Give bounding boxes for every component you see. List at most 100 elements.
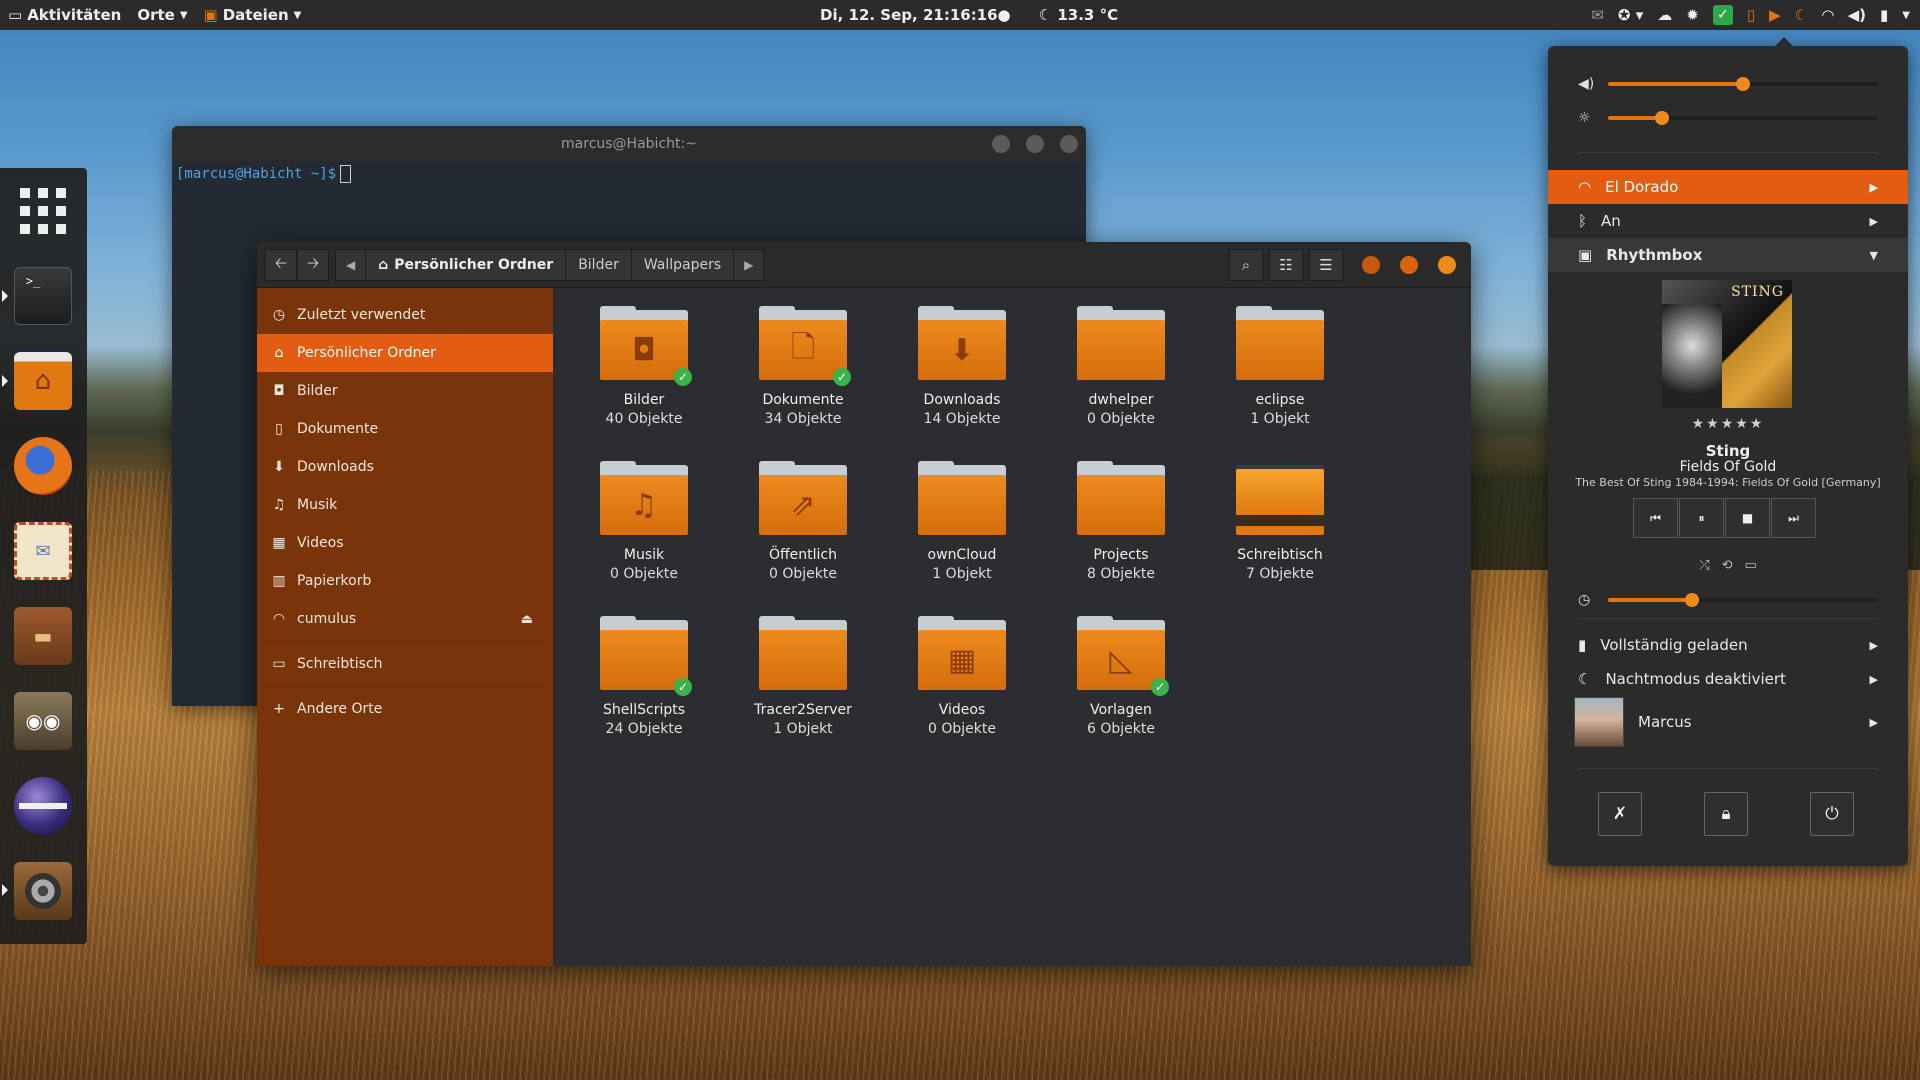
sidebar-item-videos[interactable]: ▦ Videos [257, 524, 553, 562]
app-menu[interactable]: ▣ Dateien ▼ [196, 0, 310, 30]
position-slider-knob[interactable] [1684, 593, 1699, 607]
terminal-cursor [340, 165, 352, 183]
next-button[interactable]: ⏭ [1771, 498, 1816, 538]
activities-icon: ▭ [8, 6, 23, 24]
dock-wallet[interactable]: ▬ [14, 607, 72, 665]
sidebar-item-other-places[interactable]: + Andere Orte [257, 690, 553, 728]
position-slider[interactable] [1608, 593, 1878, 607]
sidebar-item-cumulus[interactable]: ◠ cumulus ⏏ [257, 600, 553, 638]
accessibility-icon[interactable]: ✪ ▾ [1618, 6, 1643, 24]
activities-button[interactable]: ▭ Aktivitäten [0, 0, 129, 30]
folder-downloads[interactable]: ⬇ Downloads 14 Objekte [897, 306, 1027, 427]
volume-icon[interactable]: ◀) [1848, 6, 1866, 24]
media-player-header[interactable]: ▣ Rhythmbox ▼ [1548, 238, 1908, 272]
mail-icon[interactable]: ✉ [1591, 6, 1604, 24]
breadcrumb-home[interactable]: ⌂ Persönlicher Ordner [366, 250, 567, 280]
clipboard-icon[interactable]: ▯ [1747, 6, 1755, 24]
folder-tracer2server[interactable]: Tracer2Server 1 Objekt [738, 616, 868, 737]
dock-files[interactable]: ⌂ [14, 352, 72, 410]
back-button[interactable]: 🡠 [265, 249, 297, 281]
night-icon[interactable]: ☾ [1795, 6, 1808, 24]
folder-projects[interactable]: Projects 8 Objekte [1056, 461, 1186, 582]
bluetooth-menu-item[interactable]: ᛒ An ▶ [1548, 204, 1908, 238]
playlist-icon[interactable]: ▭ [1745, 558, 1757, 573]
forward-button[interactable]: 🡢 [297, 249, 329, 281]
eject-icon[interactable]: ⏏ [521, 612, 533, 627]
folder-oeffentlich[interactable]: ⇗ Öffentlich 0 Objekte [738, 461, 868, 582]
sidebar-item-home[interactable]: ⌂ Persönlicher Ordner [257, 334, 553, 372]
clock-area[interactable]: Di, 12. Sep, 21:16:16● ☾ 13.3 °C [820, 0, 1118, 30]
folder-schreibtisch[interactable]: Schreibtisch 7 Objekte [1215, 465, 1345, 582]
folder-view[interactable]: ◘ ✓ Bilder 40 Objekte 🗋 ✓ Dokumente 34 Obj… [553, 288, 1471, 966]
dock-gimp[interactable]: ◉◉ [14, 692, 72, 750]
minimize-button[interactable] [992, 135, 1010, 153]
folder-bilder[interactable]: ◘ ✓ Bilder 40 Objekte [579, 306, 709, 427]
maximize-button[interactable] [1026, 135, 1044, 153]
play-icon[interactable]: ▶ [1769, 6, 1781, 24]
dock-mail[interactable]: ✉ [14, 522, 72, 580]
stop-button[interactable]: ■ [1725, 498, 1770, 538]
app-grid-button[interactable] [14, 182, 72, 240]
sidebar-item-trash[interactable]: ▥ Papierkorb [257, 562, 553, 600]
volume-slider[interactable] [1608, 77, 1878, 91]
weather-cloud-icon[interactable]: ☁ [1657, 6, 1672, 24]
wifi-icon[interactable]: ◠ [1822, 6, 1834, 24]
dock-firefox[interactable] [14, 437, 72, 495]
close-button[interactable] [1060, 135, 1078, 153]
breadcrumb-bilder[interactable]: Bilder [566, 250, 632, 280]
sidebar-item-documents[interactable]: ▯ Dokumente [257, 410, 553, 448]
wifi-menu-item[interactable]: ◠ El Dorado ▶ [1548, 170, 1908, 204]
lock-button[interactable]: 🔒︎ [1704, 792, 1748, 836]
sidebar-item-recent[interactable]: ◷ Zuletzt verwendet [257, 296, 553, 334]
folder-musik[interactable]: ♫ Musik 0 Objekte [579, 461, 709, 582]
sidebar-item-pictures[interactable]: ◘ Bilder [257, 372, 553, 410]
folder-dokumente[interactable]: 🗋 ✓ Dokumente 34 Objekte [738, 306, 868, 427]
night-mode-menu-item[interactable]: ☾ Nachtmodus deaktiviert ▶ [1548, 662, 1908, 696]
dock-terminal[interactable]: >_ [14, 267, 72, 325]
terminal-titlebar[interactable]: marcus@Habicht:~ [172, 126, 1086, 162]
breadcrumb-left-button[interactable]: ◀ [336, 250, 367, 280]
volume-slider-knob[interactable] [1736, 77, 1750, 91]
file-manager-window[interactable]: 🡠 🡢 ◀ ⌂ Persönlicher Ordner Bilder Wallp… [257, 242, 1471, 966]
breadcrumb-right-button[interactable]: ▶ [734, 250, 763, 280]
previous-button[interactable]: ⏮ [1633, 498, 1678, 538]
chevron-down-icon[interactable]: ▼ [1902, 10, 1910, 21]
folder-icon: ◘ ✓ [600, 306, 692, 386]
rating-stars[interactable]: ★★★★★ [1548, 416, 1908, 432]
sidebar-item-downloads[interactable]: ⬇ Downloads [257, 448, 553, 486]
pause-button[interactable]: ⏸ [1679, 498, 1724, 538]
folder-shellscripts[interactable]: ✓ ShellScripts 24 Objekte [579, 616, 709, 737]
folder-vorlagen[interactable]: ◺ ✓ Vorlagen 6 Objekte [1056, 616, 1186, 737]
dock-eclipse[interactable] [14, 777, 72, 835]
dock-rhythmbox[interactable] [14, 862, 72, 920]
repeat-icon[interactable]: ⟲ [1722, 558, 1733, 573]
sidebar-item-desktop[interactable]: ▭ Schreibtisch [257, 645, 553, 683]
maximize-button[interactable] [1400, 256, 1418, 274]
close-button[interactable] [1438, 256, 1456, 274]
settings-button[interactable]: ✗ [1598, 792, 1642, 836]
folder-name: ShellScripts [602, 702, 686, 718]
places-menu[interactable]: Orte ▼ [129, 0, 195, 30]
sidebar-item-music[interactable]: ♫ Musik [257, 486, 553, 524]
menu-button[interactable]: ☰ [1309, 249, 1343, 281]
brightness-slider-knob[interactable] [1655, 111, 1669, 125]
brightness-slider[interactable] [1608, 111, 1878, 125]
folder-owncloud[interactable]: ownCloud 1 Objekt [897, 461, 1027, 582]
power-button[interactable]: ⏻ [1810, 792, 1854, 836]
settings-gear-icon[interactable]: ✹ [1686, 6, 1699, 24]
checkbox-icon[interactable]: ✓ [1712, 5, 1733, 25]
battery-menu-item[interactable]: ▮ Vollständig geladen ▶ [1548, 628, 1908, 662]
folder-videos[interactable]: ▦ Videos 0 Objekte [897, 616, 1027, 737]
folder-eclipse[interactable]: eclipse 1 Objekt [1215, 306, 1345, 427]
minimize-button[interactable] [1362, 256, 1380, 274]
headerbar[interactable]: 🡠 🡢 ◀ ⌂ Persönlicher Ordner Bilder Wallp… [257, 242, 1471, 288]
battery-icon[interactable]: ▮ [1880, 6, 1888, 24]
weather-indicator[interactable]: ☾ 13.3 °C [1039, 6, 1118, 24]
folder-dwhelper[interactable]: dwhelper 0 Objekte [1056, 306, 1186, 427]
view-toggle-button[interactable]: ☷ [1269, 249, 1303, 281]
breadcrumb-wallpapers[interactable]: Wallpapers [632, 250, 735, 280]
user-menu-item[interactable]: Marcus ▶ [1548, 692, 1908, 752]
search-button[interactable]: ⌕ [1229, 249, 1263, 281]
shuffle-icon[interactable]: ⤮ [1699, 558, 1709, 573]
terminal-body[interactable]: [marcus@Habicht ~]$ [172, 162, 1086, 186]
